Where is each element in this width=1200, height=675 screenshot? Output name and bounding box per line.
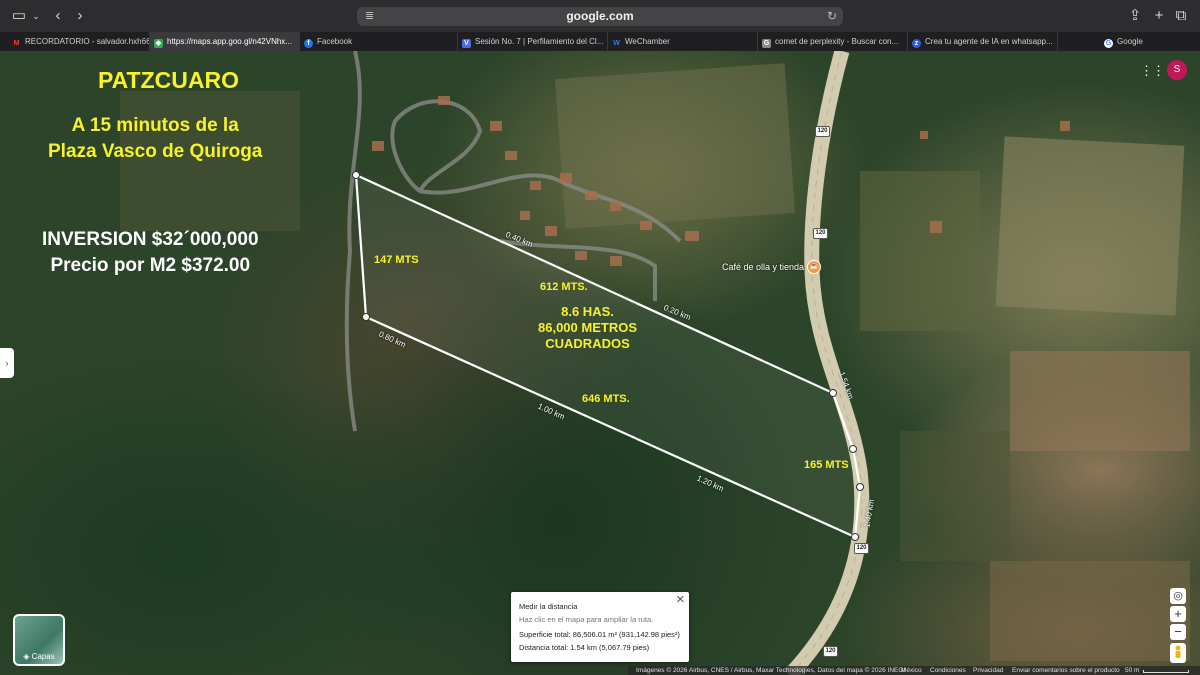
feedback-link[interactable]: Enviar comentarios sobre el producto <box>1012 666 1120 675</box>
zoom-out-button[interactable]: − <box>1170 624 1186 640</box>
highway-120 <box>784 51 870 675</box>
scale-label[interactable]: 50 m <box>1125 666 1139 675</box>
route-shield: 120 <box>813 228 828 239</box>
price-text: Precio por M2 $372.00 <box>50 255 251 276</box>
privacy-link[interactable]: Privacidad <box>973 666 1003 675</box>
page-icon: ≣ <box>365 10 375 22</box>
avatar[interactable]: S <box>1167 60 1187 80</box>
sidebar-toggle-icon[interactable]: ▭ <box>10 0 28 32</box>
back-icon[interactable]: ‹ <box>50 0 66 32</box>
address-text: google.com <box>566 9 634 23</box>
wechamber-icon: W <box>613 40 620 47</box>
area-hectares: 8.6 HAS. <box>561 304 614 319</box>
scale-bar <box>1143 670 1189 673</box>
my-location-icon[interactable]: ◎ <box>1170 588 1186 604</box>
side-length-label: 147 MTS <box>374 254 419 266</box>
reload-icon[interactable]: ↻ <box>827 7 837 26</box>
map-footer: Imágenes © 2026 Airbus, CNES / Airbus, M… <box>0 666 1200 675</box>
layers-button[interactable]: ◈ Capas <box>13 614 65 666</box>
share-icon[interactable]: ⇪ <box>1126 0 1144 32</box>
gmail-icon: M <box>13 40 20 47</box>
tab-overview-icon[interactable]: ⧉ <box>1172 0 1190 32</box>
country-link[interactable]: México <box>901 666 922 675</box>
measure-area: Superficie total: 86,506.01 m² (931,142.… <box>519 630 680 639</box>
facebook-icon: f <box>304 39 313 48</box>
tab-gmail[interactable]: M RECORDATORIO - salvador.hxh66... <box>8 32 150 51</box>
cafe-icon[interactable]: ☕ <box>807 260 821 274</box>
measure-distance: Distancia total: 1.54 km (5,067.79 pies) <box>519 643 650 652</box>
chevron-down-icon[interactable]: ⌄ <box>30 0 42 32</box>
measure-title: Medir la distancia <box>519 602 578 611</box>
route-shield: 120 <box>815 126 830 137</box>
subtitle-line2: Plaza Vasco de Quiroga <box>48 141 263 162</box>
poi-label[interactable]: Café de olla y tienda <box>722 262 804 272</box>
side-length-label: 165 MTS <box>804 459 849 471</box>
address-bar[interactable]: ≣ google.com ↻ <box>357 7 843 26</box>
apps-grid-icon[interactable]: ⋮⋮ <box>1140 64 1165 77</box>
tab-comet[interactable]: Gcomet de perplexity - Buscar con... <box>758 32 908 51</box>
satellite-map[interactable]: 120 120 120 120 Café de olla y tienda ☕ … <box>0 51 1200 675</box>
attribution-text: Imágenes © 2026 Airbus, CNES / Airbus, M… <box>636 667 906 674</box>
side-length-label: 646 MTS. <box>582 393 630 405</box>
google-icon: G <box>1104 39 1113 48</box>
tab-agente-ia[interactable]: z Crea tu agente de IA en whatsapp... <box>908 32 1058 51</box>
measure-outline <box>354 173 862 539</box>
area-meters: 86,000 METROS <box>538 320 637 335</box>
browser-toolbar: ▭ ⌄ ‹ › ≣ google.com ↻ ⇪ + ⧉ <box>0 0 1200 33</box>
area-label: 8.6 HAS. 86,000 METROS CUADRADOS <box>538 304 637 352</box>
layers-icon: ◈ <box>23 652 32 661</box>
zapier-icon: z <box>912 39 921 48</box>
layers-label: ◈ Capas <box>23 652 55 661</box>
route-shield: 120 <box>854 543 869 554</box>
tab-sesion[interactable]: V Sesión No. 7 | Perfilamiento del Cl... <box>458 32 608 51</box>
pegman-figure <box>1175 645 1181 658</box>
zoom-in-button[interactable]: + <box>1170 606 1186 622</box>
measure-hint: Haz clic en el mapa para ampliar la ruta… <box>519 615 654 624</box>
new-tab-icon[interactable]: + <box>1150 0 1168 32</box>
expand-panel-button[interactable]: › <box>0 348 14 378</box>
close-icon[interactable]: ✕ <box>676 593 685 606</box>
forward-icon[interactable]: › <box>72 0 88 32</box>
measure-distance-card: Medir la distancia ✕ Haz clic en el mapa… <box>511 592 689 662</box>
investment-text: INVERSION $32´000,000 <box>42 229 259 250</box>
tab-facebook[interactable]: f Facebook <box>300 32 458 51</box>
v-icon: V <box>462 39 471 48</box>
side-length-label: 612 MTS. <box>540 281 588 293</box>
g-icon: G <box>762 39 771 48</box>
tab-google[interactable]: G Google <box>1100 32 1200 51</box>
area-unit: CUADRADOS <box>545 336 630 351</box>
location-subtitle: A 15 minutos de la Plaza Vasco de Quirog… <box>48 113 262 165</box>
location-title: PATZCUARO <box>98 67 239 93</box>
maps-icon: ◆ <box>154 39 163 48</box>
subtitle-line1: A 15 minutos de la <box>71 115 239 136</box>
measured-polygon <box>352 171 864 541</box>
route-shield: 120 <box>823 646 838 657</box>
tab-wechamber[interactable]: W WeChamber <box>608 32 758 51</box>
pegman-icon[interactable] <box>1170 643 1186 663</box>
tab-google-maps[interactable]: ◆ https://maps.app.goo.gl/n42VNhx... <box>150 32 300 51</box>
terms-link[interactable]: Condiciones <box>930 666 966 675</box>
tab-bar: M RECORDATORIO - salvador.hxh66... ◆ https… <box>0 32 1200 51</box>
investment-block: INVERSION $32´000,000 Precio por M2 $372… <box>42 227 259 279</box>
